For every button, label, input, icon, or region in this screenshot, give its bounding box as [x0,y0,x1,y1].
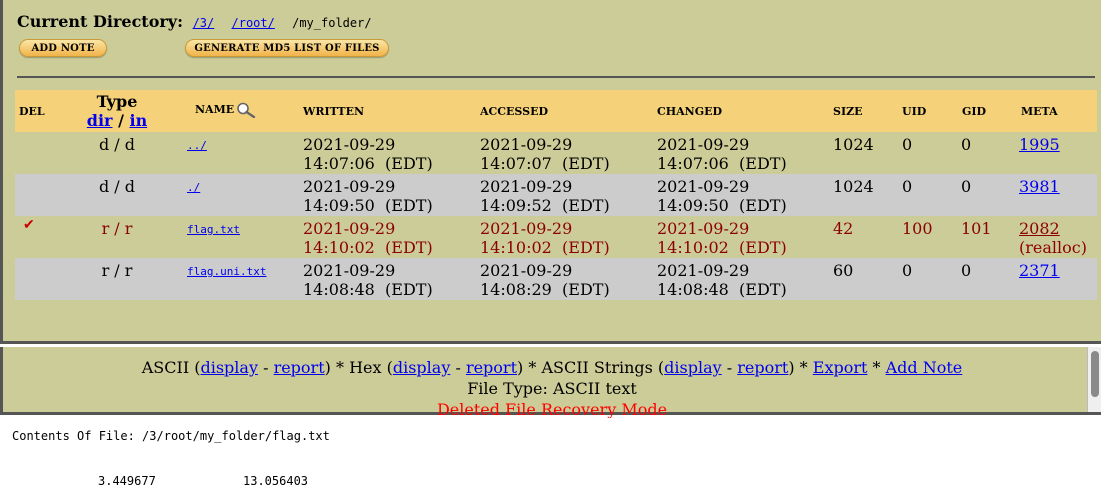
changed-cell: 2021-09-29 14:09:50 (EDT) [657,177,787,215]
ascii-display-link[interactable]: display [200,358,258,377]
table-row: d / d ./ 2021-09-29 14:09:50 (EDT) 2021-0… [15,174,1097,216]
uid-cell: 0 [902,135,913,154]
accessed-cell: 2021-09-29 14:10:02 (EDT) [480,219,610,257]
recovery-mode-text: Deleted File Recovery Mode [436,400,668,419]
contents-title: Contents Of File: /3/root/my_folder/flag… [12,429,330,443]
deleted-check-icon: ✔ [23,217,35,233]
meta-link[interactable]: 1995 [1019,135,1060,154]
meta-link[interactable]: 2082 [1019,219,1060,238]
type-cell: r / r [101,261,133,280]
size-cell: 1024 [833,177,874,196]
col-del: Del [19,105,45,118]
magnifier-icon[interactable] [235,102,257,118]
viewer-controls-frame: ASCII (display - report) * Hex (display … [0,347,1101,419]
file-name-link[interactable]: flag.txt [187,220,240,239]
col-name[interactable]: Name [195,102,257,118]
accessed-cell: 2021-09-29 14:07:07 (EDT) [480,135,610,173]
strings-display-link[interactable]: display [664,358,722,377]
changed-cell: 2021-09-29 14:08:48 (EDT) [657,261,787,299]
col-size: Size [833,105,863,118]
gid-cell: 0 [961,135,972,154]
add-note-link[interactable]: Add Note [886,358,963,377]
file-table: Del Type dir / in Name Written Accessed … [15,90,1097,300]
scrollbar[interactable] [1087,347,1101,412]
changed-cell: 2021-09-29 14:07:06 (EDT) [657,135,787,173]
col-uid: UID [902,105,927,118]
path-link-root-dir[interactable]: /root/ [232,16,275,30]
col-meta: Meta [1021,105,1058,118]
table-row: d / d ../ 2021-09-29 14:07:06 (EDT) 2021-… [15,132,1097,174]
meta-link[interactable]: 3981 [1019,177,1060,196]
directory-frame: Current Directory: /3/ /root/ /my_folder… [0,0,1101,344]
written-cell: 2021-09-29 14:07:06 (EDT) [303,135,433,173]
contents-value: 13.056403 [243,474,309,488]
view-mode-links: ASCII (display - report) * Hex (display … [141,358,963,377]
file-name-link[interactable]: ../ [187,136,207,155]
scrollbar-thumb[interactable] [1091,351,1099,397]
current-directory: Current Directory: /3/ /root/ /my_folder… [17,12,372,31]
written-cell: 2021-09-29 14:10:02 (EDT) [303,219,433,257]
export-link[interactable]: Export [813,358,868,377]
uid-cell: 0 [902,177,913,196]
size-cell: 60 [833,261,854,280]
file-name-link[interactable]: ./ [187,178,200,197]
hex-display-link[interactable]: display [393,358,451,377]
col-written[interactable]: Written [303,105,364,118]
generate-md5-button[interactable]: Generate MD5 List of Files [185,39,389,57]
gid-cell: 0 [961,261,972,280]
col-gid: GID [962,105,987,118]
type-in-link[interactable]: in [129,111,147,130]
table-row: r / r flag.uni.txt 2021-09-29 14:08:48 (E… [15,258,1097,300]
strings-report-link[interactable]: report [737,358,788,377]
changed-cell: 2021-09-29 14:10:02 (EDT) [657,219,787,257]
col-accessed[interactable]: Accessed [480,105,548,118]
contents-value: 3.449677 [98,474,156,488]
table-row-deleted: ✔ r / r flag.txt 2021-09-29 14:10:02 (EDT… [15,216,1097,258]
file-contents-frame: Contents Of File: /3/root/my_folder/flag… [0,418,1101,495]
table-header: Del Type dir / in Name Written Accessed … [15,90,1097,132]
accessed-cell: 2021-09-29 14:09:52 (EDT) [480,177,610,215]
uid-cell: 100 [902,219,933,238]
file-type-text: File Type: ASCII text [467,379,637,398]
gid-cell: 0 [961,177,972,196]
type-cell: d / d [98,135,136,154]
file-name-link[interactable]: flag.uni.txt [187,262,266,281]
col-changed[interactable]: Changed [657,105,722,118]
meta-link[interactable]: 2371 [1019,261,1060,280]
current-directory-label: Current Directory: [17,12,183,31]
path-link-root-image[interactable]: /3/ [193,16,215,30]
type-cell: r / r [101,219,133,238]
written-cell: 2021-09-29 14:09:50 (EDT) [303,177,433,215]
add-note-button[interactable]: Add Note [19,39,107,57]
size-cell: 1024 [833,135,874,154]
meta-cell: 2082 (realloc) [1019,219,1087,257]
gid-cell: 101 [961,219,992,238]
uid-cell: 0 [902,261,913,280]
divider [17,76,1095,78]
hex-report-link[interactable]: report [466,358,517,377]
written-cell: 2021-09-29 14:08:48 (EDT) [303,261,433,299]
type-cell: d / d [98,177,136,196]
type-dir-link[interactable]: dir [87,111,113,130]
accessed-cell: 2021-09-29 14:08:29 (EDT) [480,261,610,299]
col-type: Type dir / in [86,92,148,130]
meta-note: (realloc) [1019,238,1087,257]
size-cell: 42 [833,219,854,238]
ascii-report-link[interactable]: report [274,358,325,377]
path-current-folder: /my_folder/ [292,16,372,30]
